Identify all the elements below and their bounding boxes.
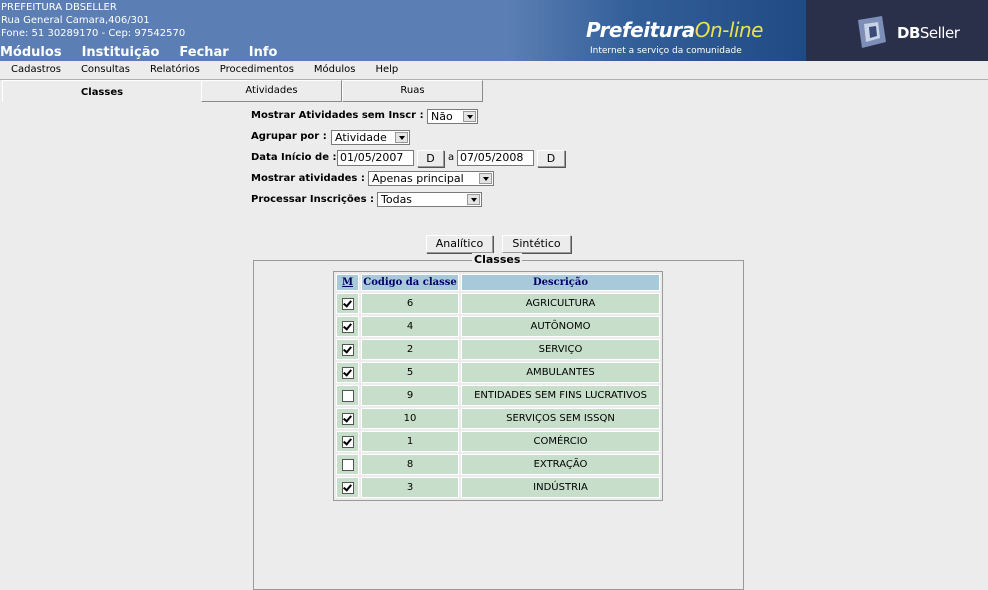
class-description: SERVIÇO [461, 339, 660, 360]
class-description: AGRICULTURA [461, 293, 660, 314]
class-code: 1 [361, 431, 459, 452]
mostrar-atividades-label: Mostrar atividades : [251, 173, 365, 184]
main-menu-modulos[interactable]: Módulos [0, 45, 62, 60]
main-menu-info[interactable]: Info [249, 45, 278, 60]
column-header-m[interactable]: M [336, 274, 359, 291]
class-description: ENTIDADES SEM FINS LUCRATIVOS [461, 385, 660, 406]
logo-tagline: Internet a serviço da comunidade [590, 46, 742, 56]
table-row[interactable]: 6 AGRICULTURA [336, 293, 660, 314]
mostrar-sem-inscr-select[interactable]: Não [427, 109, 478, 124]
class-description: AMBULANTES [461, 362, 660, 383]
menu-bar: Cadastros Consultas Relatórios Procedime… [0, 61, 988, 80]
row-checkbox-cell[interactable] [336, 339, 359, 360]
table-row[interactable]: 2 SERVIÇO [336, 339, 660, 360]
org-name: PREFEITURA DBSELLER [1, 2, 117, 13]
menu-relatorios[interactable]: Relatórios [139, 61, 209, 79]
row-checkbox[interactable] [341, 389, 354, 402]
org-contact: Fone: 51 30289170 - Cep: 97542570 [1, 28, 186, 39]
table-row[interactable]: 10 SERVIÇOS SEM ISSQN [336, 408, 660, 429]
main-menu-instituicao[interactable]: Instituição [82, 45, 160, 60]
processar-label: Processar Inscrições : [251, 194, 374, 205]
column-header-descricao[interactable]: Descrição [461, 274, 660, 291]
row-checkbox-cell[interactable] [336, 293, 359, 314]
class-code: 5 [361, 362, 459, 383]
row-checkbox-cell[interactable] [336, 385, 359, 406]
menu-modulos[interactable]: Módulos [303, 61, 365, 79]
menu-cadastros[interactable]: Cadastros [0, 61, 70, 79]
header-banner: PREFEITURA DBSELLER Rua General Camara,4… [0, 0, 988, 61]
class-description: AUTÔNOMO [461, 316, 660, 337]
dbseller-logo-icon [858, 16, 886, 48]
class-description: EXTRAÇÃO [461, 454, 660, 475]
tab-ruas[interactable]: Ruas [342, 80, 483, 102]
tab-atividades[interactable]: Atividades [201, 80, 342, 102]
class-code: 4 [361, 316, 459, 337]
column-header-codigo[interactable]: Codigo da classe [361, 274, 459, 291]
table-row[interactable]: 5 AMBULANTES [336, 362, 660, 383]
class-description: INDÚSTRIA [461, 477, 660, 498]
row-checkbox-cell[interactable] [336, 316, 359, 337]
row-checkbox[interactable] [341, 435, 354, 448]
data-fim-button[interactable]: D [537, 150, 565, 167]
chevron-down-icon [467, 194, 480, 205]
class-code: 10 [361, 408, 459, 429]
class-description: COMÉRCIO [461, 431, 660, 452]
row-checkbox[interactable] [341, 366, 354, 379]
row-checkbox[interactable] [341, 320, 354, 333]
class-code: 2 [361, 339, 459, 360]
row-checkbox[interactable] [341, 458, 354, 471]
mostrar-atividades-select[interactable]: Apenas principal [368, 171, 494, 186]
data-fim-input[interactable]: 07/05/2008 [457, 150, 534, 166]
classes-table: M Codigo da classe Descrição 6 AGRICULTUR… [333, 271, 663, 501]
row-checkbox-cell[interactable] [336, 408, 359, 429]
chevron-down-icon [479, 173, 492, 184]
table-row[interactable]: 9 ENTIDADES SEM FINS LUCRATIVOS [336, 385, 660, 406]
table-row[interactable]: 4 AUTÔNOMO [336, 316, 660, 337]
tab-classes[interactable]: Classes [2, 80, 201, 102]
row-checkbox-cell[interactable] [336, 477, 359, 498]
row-checkbox-cell[interactable] [336, 431, 359, 452]
data-separator: a [448, 152, 455, 163]
row-checkbox[interactable] [341, 412, 354, 425]
data-inicio-button[interactable]: D [417, 150, 444, 167]
row-checkbox[interactable] [341, 343, 354, 356]
dbseller-logo-text: DBSeller [897, 24, 960, 42]
tab-bar: Classes Atividades Ruas [0, 80, 988, 103]
table-row[interactable]: 1 COMÉRCIO [336, 431, 660, 452]
classes-legend: Classes [472, 253, 523, 266]
mostrar-sem-inscr-label: Mostrar Atividades sem Inscr : [251, 110, 424, 121]
sintetico-button[interactable]: Sintético [502, 235, 571, 253]
agrupar-label: Agrupar por : [251, 131, 327, 142]
class-code: 9 [361, 385, 459, 406]
analitico-button[interactable]: Analítico [426, 235, 493, 253]
prefeitura-online-logo: PrefeituraOn-line [586, 18, 763, 42]
classes-table-body: 6 AGRICULTURA 4 AUTÔNOMO 2 SERVIÇO 5 AMBULANTES… [336, 293, 660, 498]
agrupar-select[interactable]: Atividade [331, 130, 410, 145]
row-checkbox-cell[interactable] [336, 454, 359, 475]
row-checkbox-cell[interactable] [336, 362, 359, 383]
table-row[interactable]: 8 EXTRAÇÃO [336, 454, 660, 475]
org-address: Rua General Camara,406/301 [1, 15, 150, 26]
class-code: 6 [361, 293, 459, 314]
org-info: PREFEITURA DBSELLER Rua General Camara,4… [1, 1, 185, 40]
row-checkbox[interactable] [341, 481, 354, 494]
menu-help[interactable]: Help [364, 61, 407, 79]
menu-procedimentos[interactable]: Procedimentos [209, 61, 303, 79]
class-code: 8 [361, 454, 459, 475]
table-row[interactable]: 3 INDÚSTRIA [336, 477, 660, 498]
data-inicio-label: Data Início de : [251, 152, 337, 163]
main-menu-fechar[interactable]: Fechar [179, 45, 228, 60]
table-header-row: M Codigo da classe Descrição [336, 274, 660, 291]
menu-consultas[interactable]: Consultas [70, 61, 139, 79]
row-checkbox[interactable] [341, 297, 354, 310]
processar-select[interactable]: Todas [377, 192, 482, 207]
chevron-down-icon [463, 111, 476, 122]
chevron-down-icon [395, 132, 408, 143]
class-code: 3 [361, 477, 459, 498]
data-inicio-input[interactable]: 01/05/2007 [337, 150, 414, 166]
class-description: SERVIÇOS SEM ISSQN [461, 408, 660, 429]
main-menu: Módulos Instituição Fechar Info [0, 45, 297, 60]
